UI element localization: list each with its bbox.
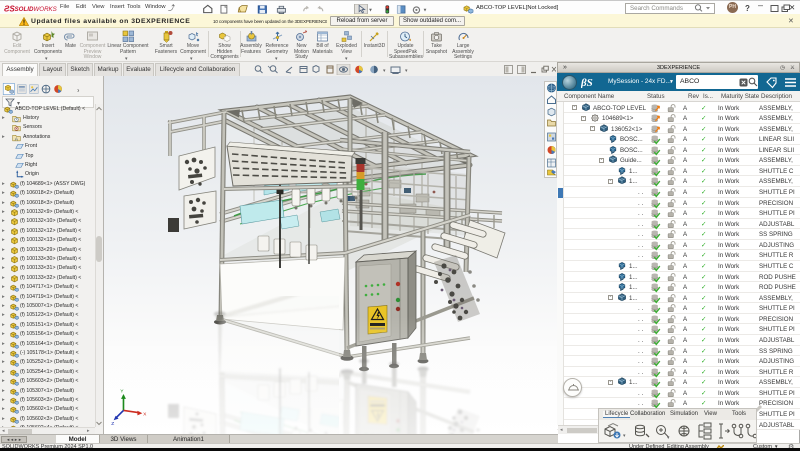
svg-text:▾: ▾	[405, 68, 408, 74]
svg-text:▾: ▾	[667, 435, 670, 441]
svg-text:▾: ▾	[383, 68, 386, 74]
svg-text:βS: βS	[581, 77, 593, 88]
svg-text:▾: ▾	[623, 433, 626, 439]
svg-text:›: ›	[77, 88, 79, 95]
svg-text:Z: Z	[111, 421, 114, 427]
svg-text:SOLIDWORKS: SOLIDWORKS	[15, 6, 58, 13]
svg-text:▾: ▾	[369, 7, 372, 13]
svg-text:▾: ▾	[424, 7, 427, 13]
